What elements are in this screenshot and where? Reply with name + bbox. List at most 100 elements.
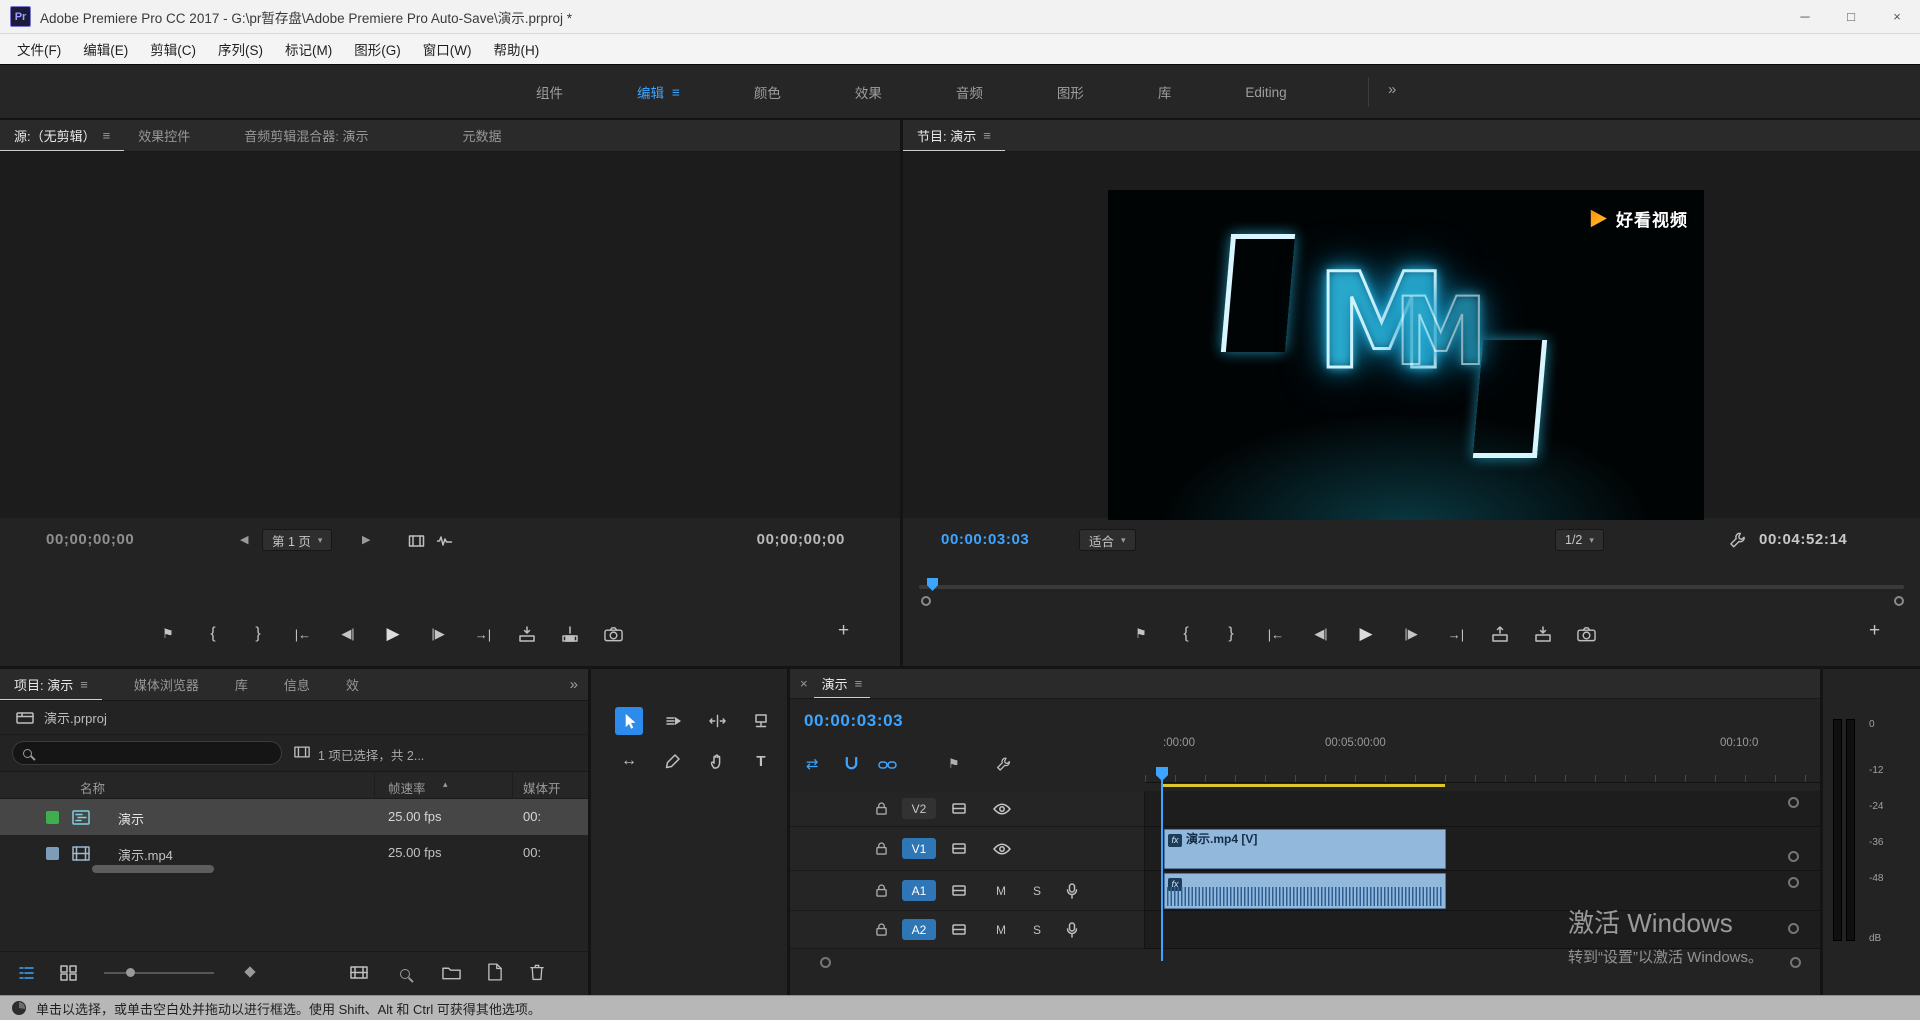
tab-libraries[interactable]: 库 xyxy=(221,669,262,700)
tab-effect-controls[interactable]: 效果控件 xyxy=(124,120,204,151)
eye-icon[interactable] xyxy=(993,803,1011,815)
solo-button[interactable]: S xyxy=(1033,923,1041,937)
track-content-a2[interactable] xyxy=(1145,911,1820,949)
project-row-sequence[interactable]: 演示 25.00 fps 00: xyxy=(0,799,588,835)
overwrite-icon[interactable] xyxy=(561,626,579,642)
solo-button[interactable]: S xyxy=(1033,884,1041,898)
audio-clip[interactable]: fx xyxy=(1164,873,1446,909)
automate-to-sequence-icon[interactable] xyxy=(350,965,368,980)
mic-icon[interactable] xyxy=(1066,883,1078,899)
track-target-a1[interactable]: A1 xyxy=(902,880,936,901)
timeline-current-time[interactable]: 00:00:03:03 xyxy=(804,711,903,731)
go-to-out-icon[interactable]: →| xyxy=(1446,627,1466,642)
sync-lock-icon[interactable] xyxy=(952,803,966,814)
tool-pen[interactable] xyxy=(659,747,687,775)
mark-out-icon[interactable]: } xyxy=(1221,625,1241,643)
button-editor-add-icon[interactable]: + xyxy=(838,620,849,642)
video-clip[interactable]: fx演示.mp4 [V] xyxy=(1164,829,1446,869)
horizontal-scrollbar[interactable] xyxy=(92,865,214,873)
new-bin-icon[interactable] xyxy=(442,965,461,981)
list-view-icon[interactable] xyxy=(18,965,35,981)
scrubber-playhead[interactable] xyxy=(927,578,938,591)
lock-icon[interactable] xyxy=(876,842,887,855)
workspace-tab-editing-en[interactable]: Editing xyxy=(1245,85,1286,100)
search-input[interactable] xyxy=(12,741,282,765)
tab-sequence[interactable]: 演示 ≡ xyxy=(814,669,871,698)
delete-icon[interactable] xyxy=(530,963,544,981)
step-back-icon[interactable]: ◀| xyxy=(338,626,358,642)
tool-hand[interactable] xyxy=(703,747,731,775)
menu-graphics[interactable]: 图形(G) xyxy=(343,39,412,59)
menu-window[interactable]: 窗口(W) xyxy=(412,39,483,59)
workspace-tab-graphics[interactable]: 图形 xyxy=(1057,82,1084,102)
new-item-icon[interactable] xyxy=(488,963,502,981)
label-chip-blue[interactable] xyxy=(46,847,59,860)
export-frame-icon[interactable] xyxy=(1577,626,1596,642)
workspace-tab-assembly[interactable]: 组件 xyxy=(536,82,563,102)
step-back-icon[interactable]: ◀| xyxy=(1311,626,1331,642)
breadcrumb[interactable]: 演示.prproj xyxy=(44,708,107,727)
sync-lock-icon[interactable] xyxy=(952,843,966,854)
mute-button[interactable]: M xyxy=(996,923,1006,937)
menu-help[interactable]: 帮助(H) xyxy=(482,39,550,59)
scrubber-left-handle[interactable] xyxy=(921,596,931,606)
play-button[interactable]: ▶ xyxy=(1356,624,1376,644)
tab-media-browser[interactable]: 媒体浏览器 xyxy=(120,669,213,700)
fit-select[interactable]: 适合 ▾ xyxy=(1079,529,1136,551)
zoom-slider-handle[interactable] xyxy=(126,968,135,977)
tool-selection[interactable] xyxy=(615,707,643,735)
workspace-tab-effects[interactable]: 效果 xyxy=(855,82,882,102)
settings-wrench-icon[interactable] xyxy=(1729,532,1746,549)
mark-in-icon[interactable]: { xyxy=(1176,625,1196,643)
mark-in-icon[interactable]: { xyxy=(203,625,223,643)
extract-icon[interactable] xyxy=(1534,626,1552,642)
find-icon[interactable] xyxy=(400,966,410,984)
tool-slip[interactable]: ↔ xyxy=(615,747,643,775)
column-media-start[interactable]: 媒体开 xyxy=(523,778,561,797)
item-name[interactable]: 演示.mp4 xyxy=(118,845,173,864)
column-fps[interactable]: 帧速率 xyxy=(388,778,426,797)
export-frame-icon[interactable] xyxy=(604,626,623,642)
track-target-v2[interactable]: V2 xyxy=(902,798,936,819)
tool-razor[interactable] xyxy=(747,707,775,735)
tool-ripple-edit[interactable] xyxy=(703,707,731,735)
close-sequence-icon[interactable]: × xyxy=(790,676,814,691)
timeline-settings-wrench-icon[interactable] xyxy=(996,757,1011,772)
menu-clip[interactable]: 剪辑(C) xyxy=(139,39,207,59)
tab-metadata[interactable]: 元数据 xyxy=(448,120,515,151)
step-forward-icon[interactable]: |▶ xyxy=(428,626,448,642)
workspace-tab-color[interactable]: 颜色 xyxy=(754,82,781,102)
tab-info[interactable]: 信息 xyxy=(270,669,324,700)
track-target-v1[interactable]: V1 xyxy=(902,838,936,859)
workspace-tab-audio[interactable]: 音频 xyxy=(956,82,983,102)
page-select[interactable]: 第 1 页 ▾ xyxy=(262,529,332,551)
mark-out-icon[interactable]: } xyxy=(248,625,268,643)
close-button[interactable]: × xyxy=(1874,0,1920,33)
timeline-add-marker-icon[interactable]: ⚑ xyxy=(948,756,960,772)
vertical-scroll-handle[interactable] xyxy=(1788,797,1799,808)
menu-sequence[interactable]: 序列(S) xyxy=(207,39,274,59)
lift-icon[interactable] xyxy=(1491,626,1509,642)
project-row-clip[interactable]: 演示.mp4 25.00 fps 00: xyxy=(0,835,588,871)
lock-icon[interactable] xyxy=(876,923,887,936)
lock-icon[interactable] xyxy=(876,802,887,815)
tab-source[interactable]: 源:（无剪辑） ≡ xyxy=(0,120,124,151)
tab-effects-clipped[interactable]: 效 xyxy=(332,669,373,700)
workspace-tab-libraries[interactable]: 库 xyxy=(1158,82,1172,102)
source-panel-menu-icon[interactable]: ≡ xyxy=(103,128,111,143)
vertical-scroll-handle[interactable] xyxy=(1788,877,1799,888)
track-target-a2[interactable]: A2 xyxy=(902,919,936,940)
tool-track-select-forward[interactable] xyxy=(659,707,687,735)
go-to-in-icon[interactable]: |← xyxy=(293,627,313,642)
workspace-menu-icon[interactable]: ≡ xyxy=(672,85,680,100)
play-button[interactable]: ▶ xyxy=(383,624,403,644)
mic-icon[interactable] xyxy=(1066,922,1078,938)
go-to-out-icon[interactable]: →| xyxy=(473,627,493,642)
vertical-scroll-handle[interactable] xyxy=(1788,923,1799,934)
eye-icon[interactable] xyxy=(993,843,1011,855)
tab-audio-clip-mixer[interactable]: 音频剪辑混合器: 演示 xyxy=(230,120,382,151)
sync-lock-icon[interactable] xyxy=(952,924,966,935)
sync-lock-icon[interactable] xyxy=(952,885,966,896)
icon-view-icon[interactable] xyxy=(60,965,77,981)
snap-icon[interactable] xyxy=(844,757,859,772)
